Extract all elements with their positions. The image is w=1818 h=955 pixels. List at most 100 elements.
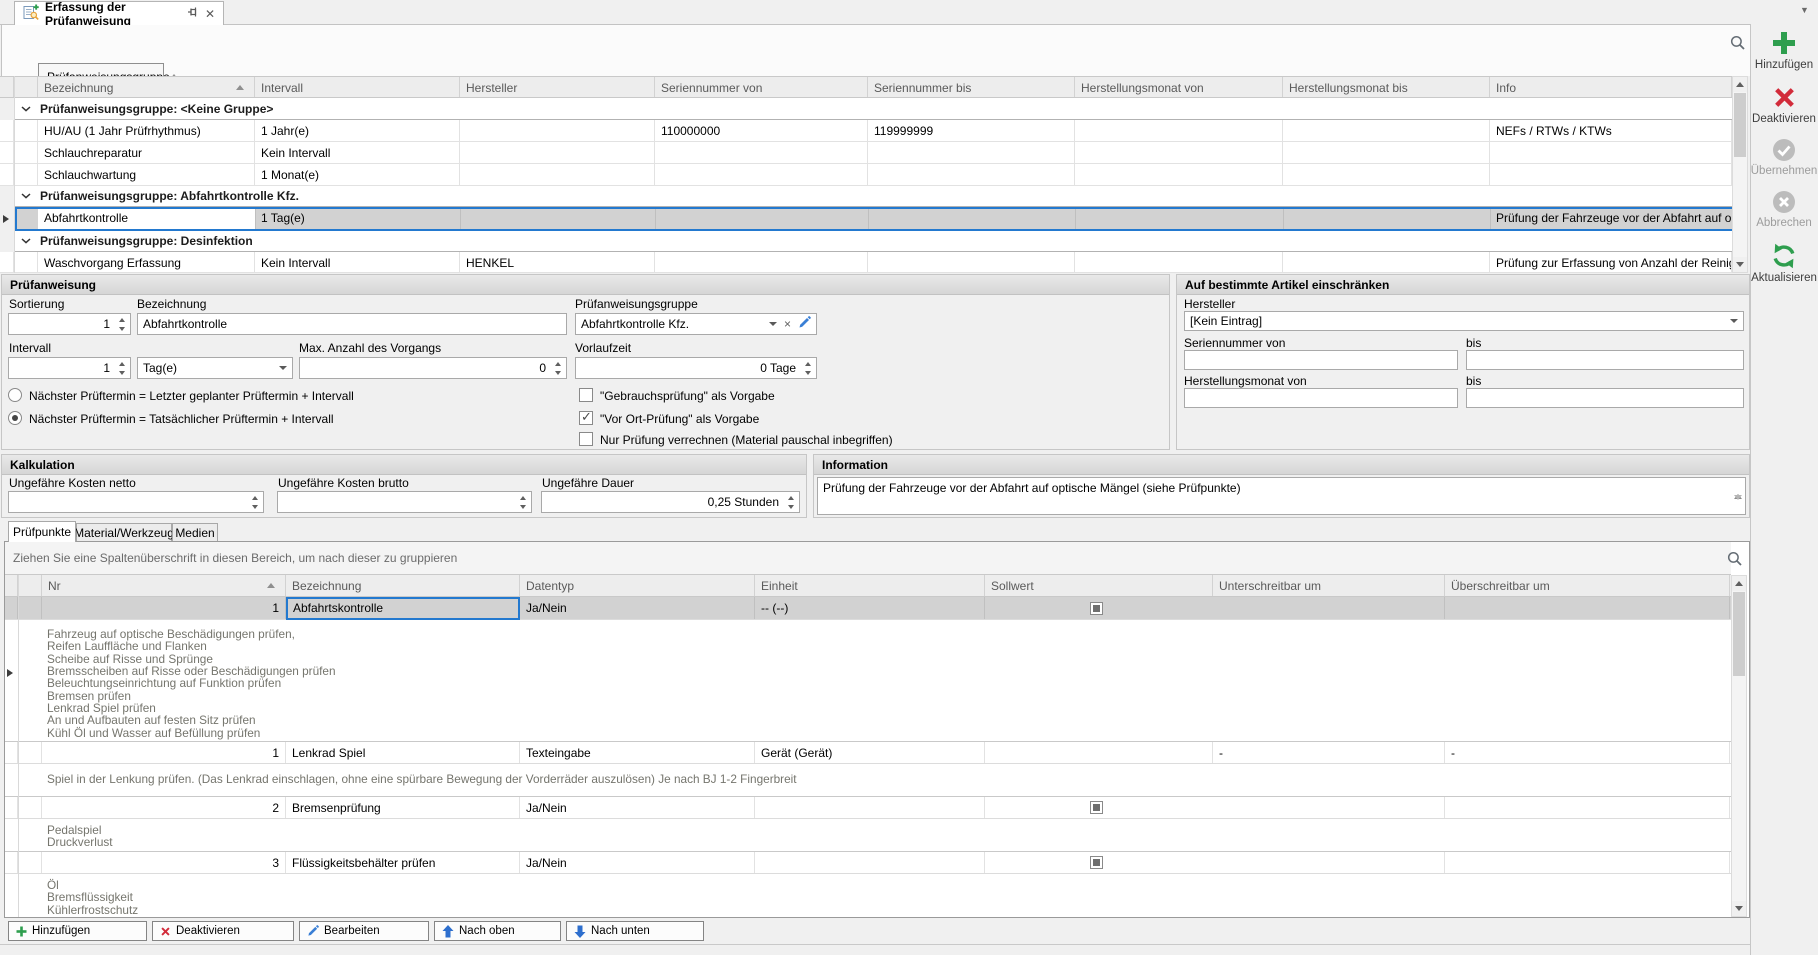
tab-pruefpunkte[interactable]: Prüfpunkte (8, 521, 76, 542)
cell-seriennummer-bis[interactable]: 119999999 (868, 120, 1075, 141)
chevron-down-icon[interactable] (21, 193, 31, 199)
information-textarea[interactable]: Prüfung der Fahrzeuge vor der Abfahrt au… (817, 477, 1746, 515)
chevron-down-icon[interactable] (21, 238, 31, 244)
spinner[interactable] (247, 493, 262, 511)
pencil-icon[interactable] (798, 316, 811, 332)
group-drop-area[interactable]: Ziehen Sie eine Spaltenüberschrift in di… (5, 542, 1731, 575)
cell-hersteller[interactable] (460, 164, 655, 185)
sortierung-field[interactable]: 1 (8, 313, 131, 335)
search-icon[interactable] (1730, 35, 1746, 51)
cell-hersteller[interactable] (460, 120, 655, 141)
cell-herstellungsmonat-von[interactable] (1075, 252, 1283, 272)
dauer-field[interactable]: 0,25 Stunden (541, 491, 800, 513)
chevron-down-icon[interactable]: ▼ (1800, 5, 1809, 15)
cell-ueberschreitbar[interactable]: - (1445, 742, 1730, 763)
cell-seriennummer-von[interactable]: 110000000 (655, 120, 868, 141)
table-row[interactable]: HU/AU (1 Jahr Prüfrhythmus) 1 Jahr(e) 11… (0, 120, 1732, 142)
cell-info[interactable]: NEFs / RTWs / KTWs (1490, 120, 1732, 141)
selected-row[interactable]: Abfahrtkontrolle 1 Tag(e) Prüfung der Fa… (15, 207, 1746, 231)
spinner[interactable] (800, 359, 815, 377)
cell-hersteller[interactable]: HENKEL (460, 252, 655, 272)
table-row[interactable]: 3 Flüssigkeitsbehälter prüfen Ja/Nein (5, 852, 1731, 874)
cell-ueberschreitbar[interactable] (1445, 797, 1730, 818)
cell-einheit[interactable] (755, 797, 985, 818)
search-icon[interactable] (1727, 551, 1743, 567)
cell-bezeichnung[interactable]: Bremsenprüfung (286, 797, 520, 818)
herstellungsmonat-von-field[interactable] (1184, 388, 1458, 408)
nach-oben-button[interactable]: Nach oben (434, 921, 561, 941)
cell-herstellungsmonat-von[interactable] (1075, 164, 1283, 185)
row-preview[interactable]: Pedalspiel Druckverlust (5, 819, 1731, 852)
tab-medien[interactable]: Medien (172, 523, 218, 542)
intervall-field[interactable]: 1 (8, 357, 131, 379)
column-header-hersteller[interactable]: Hersteller (460, 77, 655, 97)
nach-unten-button[interactable]: Nach unten (566, 921, 704, 941)
clear-icon[interactable]: × (784, 317, 791, 331)
column-header-intervall[interactable]: Intervall (255, 77, 460, 97)
intervall-unit-combo[interactable]: Tag(e) (137, 357, 293, 379)
spinner[interactable] (515, 493, 530, 511)
cell-unterschreitbar[interactable]: - (1213, 742, 1445, 763)
column-header-bezeichnung[interactable]: Bezeichnung (286, 575, 520, 596)
cell-info[interactable]: Prüfung zur Erfassung von Anzahl der Rei… (1490, 252, 1732, 272)
sidebar-abbrechen-button[interactable]: Abbrechen (1750, 190, 1818, 229)
cell-ueberschreitbar[interactable] (1445, 597, 1730, 619)
cell-info[interactable] (1490, 164, 1732, 185)
cell-seriennummer-von[interactable] (655, 142, 868, 163)
cell-bezeichnung[interactable]: Waschvorgang Erfassung (38, 252, 255, 272)
column-header-seriennummer-bis[interactable]: Seriennummer bis (868, 77, 1075, 97)
close-icon[interactable]: ✕ (205, 7, 215, 21)
cell-datentyp[interactable]: Ja/Nein (520, 597, 755, 619)
max-anzahl-field[interactable]: 0 (299, 357, 567, 379)
pin-icon[interactable] (187, 6, 199, 21)
row-preview[interactable]: Öl Bremsflüssigkeit Kühlerfrostschutz (5, 874, 1731, 917)
cell-datentyp[interactable]: Ja/Nein (520, 797, 755, 818)
cell-intervall[interactable]: Kein Intervall (255, 142, 460, 163)
inline-editor-bezeichnung[interactable]: Abfahrtkontrolle (38, 209, 255, 229)
spinner[interactable] (550, 359, 565, 377)
tab-erfassung-der-pruefanweisung[interactable]: Erfassung der Prüfanweisung ✕ (14, 1, 224, 25)
checkbox-vor-ort-pruefung[interactable]: ✓ (579, 411, 593, 425)
scroll-up-button[interactable] (1733, 77, 1747, 92)
sidebar-hinzufuegen-button[interactable]: Hinzufügen (1750, 30, 1818, 71)
table-row[interactable]: Schlauchwartung 1 Monat(e) (0, 164, 1732, 186)
cell-info[interactable] (1490, 142, 1732, 163)
seriennummer-von-field[interactable] (1184, 350, 1458, 370)
column-header-unterschreitbar[interactable]: Unterschreitbar um (1213, 575, 1445, 596)
scroll-up-button[interactable] (1732, 576, 1746, 591)
deaktivieren-button[interactable]: Deaktivieren (152, 921, 294, 941)
cell-intervall[interactable]: Kein Intervall (255, 252, 460, 272)
cell-hersteller[interactable] (460, 142, 655, 163)
scroll-down-button[interactable] (1732, 901, 1746, 916)
column-header-seriennummer-von[interactable]: Seriennummer von (655, 77, 868, 97)
cell-intervall[interactable]: 1 Monat(e) (255, 164, 460, 185)
hinzufuegen-button[interactable]: Hinzufügen (8, 921, 147, 941)
spinner[interactable] (114, 359, 129, 377)
table-row[interactable]: 1 Lenkrad Spiel Texteingabe Gerät (Gerät… (5, 742, 1731, 764)
column-header-ueberschreitbar[interactable]: Überschreitbar um (1445, 575, 1730, 596)
cell-nr[interactable]: 1 (42, 742, 286, 763)
cell-einheit[interactable]: -- (--) (755, 597, 985, 619)
cell-seriennummer-von[interactable] (655, 164, 868, 185)
cell-herstellungsmonat-bis[interactable] (1283, 252, 1490, 272)
cell-herstellungsmonat-bis[interactable] (1283, 142, 1490, 163)
kosten-brutto-field[interactable] (277, 491, 532, 513)
column-header-nr[interactable]: Nr (42, 575, 286, 596)
cell-einheit[interactable]: Gerät (Gerät) (755, 742, 985, 763)
cell-unterschreitbar[interactable] (1213, 852, 1445, 873)
kosten-netto-field[interactable] (8, 491, 264, 513)
cell-einheit[interactable] (755, 852, 985, 873)
cell-unterschreitbar[interactable] (1213, 597, 1445, 619)
selected-row[interactable]: 1 Abfahrtskontrolle Ja/Nein -- (--) (5, 597, 1731, 620)
table-row[interactable]: Schlauchreparatur Kein Intervall (0, 142, 1732, 164)
cell-nr[interactable]: 2 (42, 797, 286, 818)
cell-seriennummer-bis[interactable] (868, 164, 1075, 185)
scrollbar-vertical[interactable] (1731, 575, 1747, 917)
cell-bezeichnung[interactable]: HU/AU (1 Jahr Prüfrhythmus) (38, 120, 255, 141)
sidebar-aktualisieren-button[interactable]: Aktualisieren (1750, 243, 1818, 284)
cell-bezeichnung[interactable]: Schlauchwartung (38, 164, 255, 185)
cell-seriennummer-bis[interactable] (868, 142, 1075, 163)
sollwert-indeterminate-checkbox[interactable] (1090, 856, 1103, 869)
cell-seriennummer-von[interactable] (655, 252, 868, 272)
column-header-sollwert[interactable]: Sollwert (985, 575, 1213, 596)
